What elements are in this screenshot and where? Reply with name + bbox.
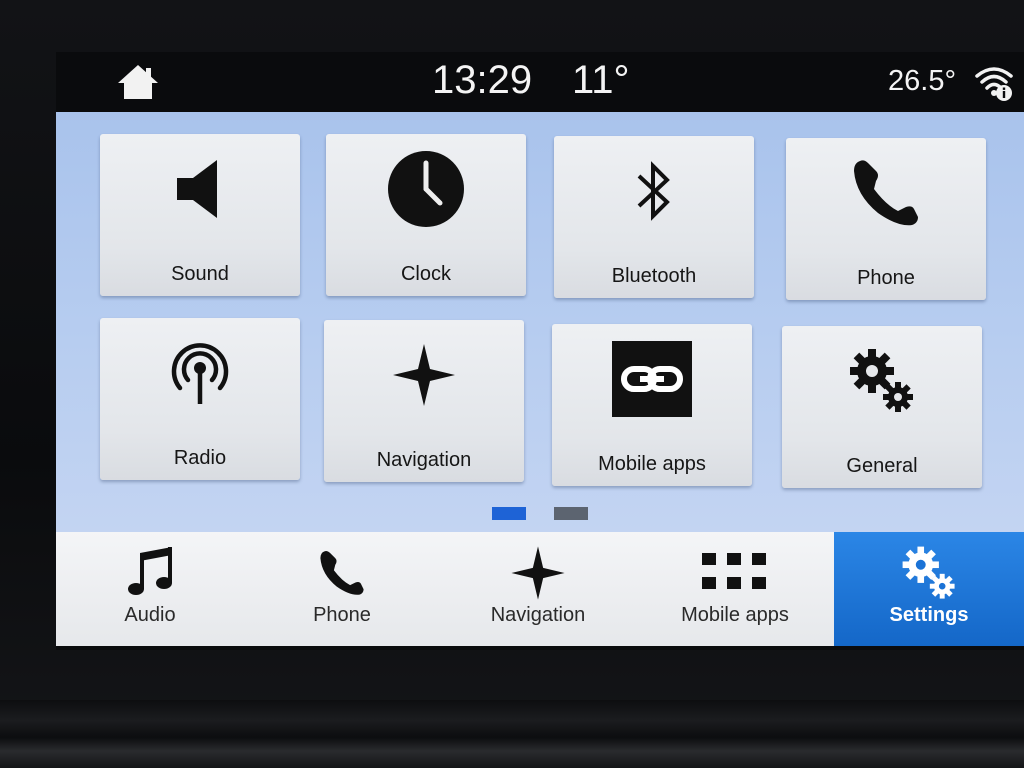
nav-label: Mobile apps bbox=[681, 604, 789, 626]
phone-icon bbox=[854, 160, 918, 226]
tile-label: Navigation bbox=[376, 449, 472, 471]
bluetooth-icon bbox=[637, 161, 670, 221]
outside-temperature: 11° bbox=[572, 58, 630, 102]
speaker-icon bbox=[177, 160, 217, 218]
phone-icon bbox=[320, 550, 364, 595]
tile-label: Phone bbox=[857, 267, 915, 289]
nav-label: Navigation bbox=[490, 604, 586, 626]
status-bar: 13:29 11° 26.5° bbox=[56, 52, 1024, 112]
home-button[interactable] bbox=[116, 62, 160, 102]
tile-general[interactable]: General bbox=[782, 326, 982, 488]
navigation-star-icon bbox=[511, 546, 565, 600]
nav-navigation[interactable]: Navigation bbox=[440, 532, 636, 646]
tile-radio[interactable]: Radio bbox=[100, 318, 300, 480]
tile-clock[interactable]: Clock bbox=[326, 134, 526, 296]
mobile-apps-link-icon bbox=[612, 341, 692, 417]
nav-label: Audio bbox=[124, 604, 176, 626]
tile-bluetooth[interactable]: Bluetooth bbox=[554, 136, 754, 298]
bottom-nav: Audio Phone Navigation Mobile apps Setti… bbox=[56, 532, 1024, 646]
nav-phone[interactable]: Phone bbox=[244, 532, 440, 646]
nav-label: Phone bbox=[313, 604, 371, 626]
gears-icon bbox=[850, 349, 913, 412]
tile-label: Bluetooth bbox=[611, 265, 697, 287]
tile-label: General bbox=[846, 455, 918, 477]
page-dot-active[interactable] bbox=[492, 507, 526, 520]
navigation-star-icon bbox=[393, 344, 455, 406]
nav-settings[interactable]: Settings bbox=[834, 532, 1024, 646]
nav-audio[interactable]: Audio bbox=[56, 532, 244, 646]
tile-navigation[interactable]: Navigation bbox=[324, 320, 524, 482]
nav-label: Settings bbox=[889, 604, 969, 626]
nav-mobile-apps[interactable]: Mobile apps bbox=[636, 532, 834, 646]
cabin-temperature: 26.5° bbox=[888, 65, 957, 97]
gears-icon bbox=[902, 546, 955, 599]
tile-phone[interactable]: Phone bbox=[786, 138, 986, 300]
tile-label: Mobile apps bbox=[598, 453, 706, 475]
settings-panel: Sound Clock Bluetooth Phone Radio Naviga… bbox=[56, 112, 1024, 532]
tile-mobile-apps[interactable]: Mobile apps bbox=[552, 324, 752, 486]
clock-time: 13:29 bbox=[432, 58, 533, 102]
clock-icon bbox=[388, 151, 464, 227]
tile-label: Sound bbox=[171, 263, 229, 285]
tile-label: Radio bbox=[173, 447, 227, 469]
music-note-icon bbox=[128, 547, 172, 595]
page-indicator bbox=[56, 507, 1024, 523]
home-icon bbox=[118, 65, 158, 99]
grid-icon bbox=[702, 553, 766, 589]
page-dot-inactive[interactable] bbox=[554, 507, 588, 520]
radio-antenna-icon bbox=[171, 343, 229, 404]
bezel-edge bbox=[0, 700, 1024, 768]
wifi-info-icon[interactable] bbox=[974, 62, 1014, 102]
tile-sound[interactable]: Sound bbox=[100, 134, 300, 296]
tile-label: Clock bbox=[400, 263, 451, 285]
